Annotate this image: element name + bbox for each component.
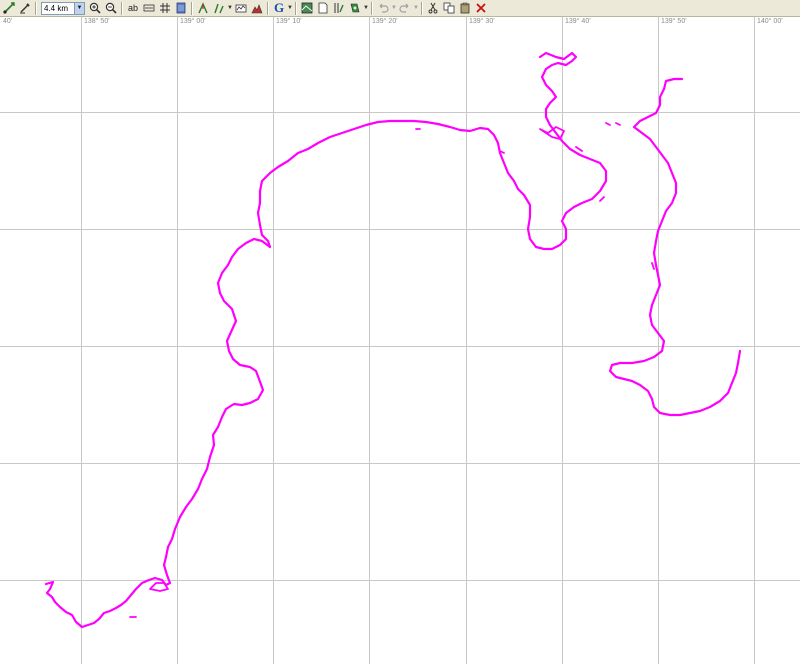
chevron-down-icon[interactable]: ▼ — [227, 1, 233, 15]
longitude-label: 140° 00' — [757, 18, 783, 25]
coastline-track-islet[interactable] — [599, 196, 605, 202]
longitude-ruler: 40' 138° 50' 139° 00' 139° 10' 139° 20' … — [0, 17, 800, 27]
chevron-down-icon[interactable]: ▼ — [287, 1, 293, 15]
coastline-track-islet[interactable] — [575, 146, 583, 152]
longitude-label: 139° 20' — [372, 18, 398, 25]
grid-icon[interactable] — [158, 1, 172, 15]
delete-icon[interactable] — [474, 1, 488, 15]
waypoint-tool-icon[interactable] — [196, 1, 210, 15]
map-layer-icon[interactable] — [174, 1, 188, 15]
track-tool-icon[interactable] — [212, 1, 226, 15]
graticule-grid — [0, 17, 800, 664]
track-pen-icon[interactable] — [18, 1, 32, 15]
coastline-track-islet[interactable] — [605, 122, 611, 126]
scale-select[interactable]: 4.4 km ▼ — [41, 1, 85, 15]
longitude-label: 139° 10' — [276, 18, 302, 25]
toolbar-separator — [121, 1, 123, 15]
longitude-label: 138° 50' — [84, 18, 110, 25]
undo-icon[interactable] — [376, 1, 390, 15]
redo-icon[interactable] — [398, 1, 412, 15]
chevron-down-icon[interactable]: ▼ — [391, 1, 397, 15]
document-icon[interactable] — [316, 1, 330, 15]
coastline-track-islet[interactable] — [615, 122, 621, 126]
longitude-label: 139° 40' — [565, 18, 591, 25]
chevron-down-icon[interactable]: ▼ — [363, 1, 369, 15]
tracklog-icon[interactable] — [234, 1, 248, 15]
toolbar-separator — [35, 1, 37, 15]
route-tool-icon[interactable] — [2, 1, 16, 15]
text-label-button[interactable]: ab — [126, 1, 140, 15]
coastline-track-east[interactable] — [608, 77, 742, 417]
paste-icon[interactable] — [458, 1, 472, 15]
map-canvas[interactable] — [0, 17, 800, 664]
toolbar-separator — [371, 1, 373, 15]
main-toolbar: 4.4 km ▼ ab ▼ G ▼ ▼ ▼ ▼ — [0, 0, 800, 17]
map-svg — [0, 17, 800, 664]
longitude-label: 139° 50' — [661, 18, 687, 25]
elevation-profile-icon[interactable] — [250, 1, 264, 15]
coastline-track-islet[interactable] — [651, 262, 655, 270]
edit-pen-icon[interactable] — [332, 1, 346, 15]
toolbar-separator — [295, 1, 297, 15]
longitude-label: 40' — [3, 18, 13, 25]
map-application: 4.4 km ▼ ab ▼ G ▼ ▼ ▼ ▼ 40' 138° 50' 139… — [0, 0, 800, 664]
coastline-tracks — [44, 51, 742, 629]
zoom-out-icon[interactable] — [104, 1, 118, 15]
toolbar-separator — [191, 1, 193, 15]
distance-label-icon[interactable] — [142, 1, 156, 15]
gps-device-icon[interactable] — [348, 1, 362, 15]
cut-icon[interactable] — [426, 1, 440, 15]
map-image-icon[interactable] — [300, 1, 314, 15]
google-earth-button[interactable]: G — [272, 1, 286, 15]
chevron-down-icon[interactable]: ▼ — [74, 2, 84, 14]
toolbar-separator — [421, 1, 423, 15]
chevron-down-icon[interactable]: ▼ — [413, 1, 419, 15]
longitude-label: 139° 00' — [180, 18, 206, 25]
longitude-label: 139° 30' — [469, 18, 495, 25]
scale-value: 4.4 km — [44, 3, 69, 13]
copy-icon[interactable] — [442, 1, 456, 15]
coastline-track-main[interactable] — [44, 51, 608, 629]
toolbar-separator — [267, 1, 269, 15]
zoom-in-icon[interactable] — [88, 1, 102, 15]
coastline-track-islet[interactable] — [149, 582, 169, 592]
